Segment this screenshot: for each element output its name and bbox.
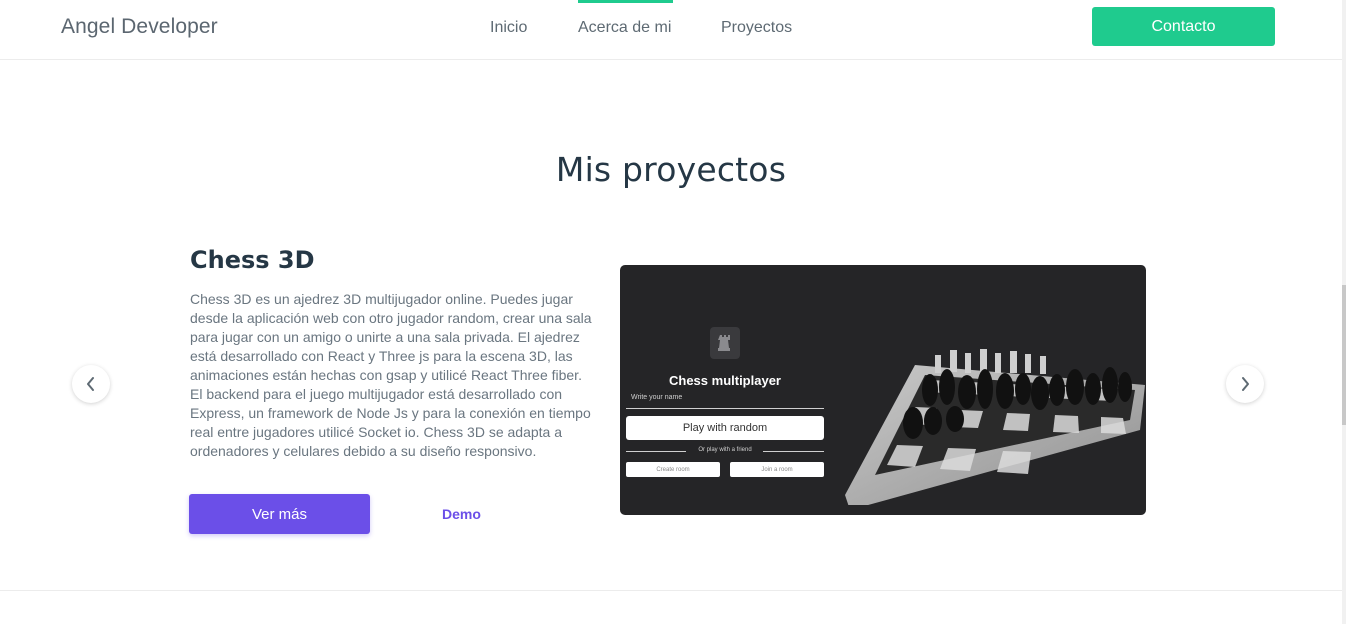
- nav-link-inicio[interactable]: Inicio: [490, 19, 527, 39]
- chevron-right-icon: [1242, 377, 1249, 391]
- carousel-next-button[interactable]: [1226, 365, 1264, 403]
- project-preview-image[interactable]: Chess multiplayer Write your name Play w…: [620, 265, 1146, 515]
- preview-create-room-button: Create room: [626, 462, 720, 477]
- section-divider: [0, 590, 1342, 591]
- brand-logo-text[interactable]: Angel Developer: [61, 15, 218, 39]
- chevron-left-icon: [87, 377, 94, 391]
- preview-play-random-button: Play with random: [626, 416, 824, 440]
- navbar: Angel Developer Inicio Acerca de mi Proy…: [0, 0, 1342, 60]
- chess-rook-icon: [710, 327, 740, 359]
- scrollbar-track[interactable]: [1342, 0, 1346, 624]
- project-description: Chess 3D es un ajedrez 3D multijugador o…: [190, 291, 592, 459]
- preview-or-friend-text: Or play with a friend: [698, 447, 752, 453]
- nav-active-indicator: [578, 0, 673, 3]
- carousel-prev-button[interactable]: [72, 365, 110, 403]
- preview-heading: Chess multiplayer: [669, 373, 781, 388]
- preview-name-label: Write your name: [631, 394, 683, 401]
- demo-link[interactable]: Demo: [442, 506, 481, 522]
- preview-join-room-button: Join a room: [730, 462, 824, 477]
- scrollbar-thumb[interactable]: [1342, 285, 1346, 425]
- contact-button[interactable]: Contacto: [1092, 7, 1275, 46]
- chess-board-render: [845, 349, 1145, 505]
- project-title: Chess 3D: [190, 246, 315, 274]
- nav-link-proyectos[interactable]: Proyectos: [721, 19, 792, 39]
- divider-line: [763, 451, 824, 452]
- ver-mas-button[interactable]: Ver más: [189, 494, 370, 534]
- section-title: Mis proyectos: [555, 150, 787, 189]
- preview-name-underline: [626, 408, 824, 409]
- nav-link-acerca-de-mi[interactable]: Acerca de mi: [578, 19, 671, 39]
